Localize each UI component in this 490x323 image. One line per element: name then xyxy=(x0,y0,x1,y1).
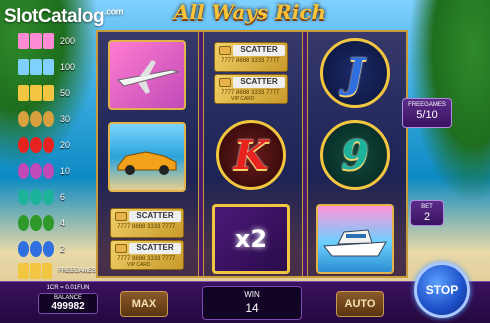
symbol-jet-icon xyxy=(18,33,30,49)
card-chip-icon xyxy=(115,212,127,221)
symbol-scatter: SCATTER 7777 8888 3333 7777 SCATTER 7777 8… xyxy=(212,38,290,108)
paytable-row: 10 xyxy=(18,162,96,180)
reel-area: SCATTER 7777 8888 3333 7777 SCATTER 7777 8… xyxy=(96,30,408,278)
win-display: WIN 14 xyxy=(202,286,302,320)
game-screen: SlotCatalog.com All Ways Rich 200 100 50… xyxy=(0,0,490,323)
symbol-k-icon xyxy=(18,137,30,153)
symbol-yacht-icon xyxy=(18,59,30,75)
scatter-card: SCATTER 7777 8888 3333 7777 VIP CARD xyxy=(214,74,288,104)
symbol-q-icon xyxy=(18,163,30,179)
scatter-card: SCATTER 7777 8888 3333 7777 VIP CARD xyxy=(110,240,184,270)
bet-display[interactable]: BET 2 xyxy=(410,200,444,226)
paytable-row: FREEGAMES xyxy=(18,262,96,280)
balance-panel: 1CR = 0.01FUN BALANCE 499982 xyxy=(38,285,98,314)
jet-icon xyxy=(116,60,180,94)
reel-divider xyxy=(198,32,204,276)
paytable-row: 20 xyxy=(18,136,96,154)
symbol-car xyxy=(108,122,186,192)
paytable-row: 2 xyxy=(18,240,96,258)
symbol-car-icon xyxy=(18,85,30,101)
game-title: All Ways Rich xyxy=(173,0,327,24)
stop-button[interactable]: STOP xyxy=(414,262,470,318)
scatter-card: SCATTER 7777 8888 3333 7777 xyxy=(110,208,184,238)
auto-play-button[interactable]: AUTO xyxy=(336,291,384,317)
paytable-row: 4 xyxy=(18,214,96,232)
symbol-scatter: SCATTER 7777 8888 3333 7777 SCATTER 7777 8… xyxy=(108,204,186,274)
scatter-card-icon xyxy=(18,263,53,279)
symbol-k: K xyxy=(212,120,290,190)
yacht-icon xyxy=(323,229,387,257)
symbol-a-icon xyxy=(18,111,30,127)
reel-divider xyxy=(302,32,308,276)
symbol-j: J xyxy=(316,38,394,108)
max-bet-button[interactable]: MAX xyxy=(120,291,168,317)
symbol-10-icon xyxy=(18,215,30,231)
paytable-row: 6 xyxy=(18,188,96,206)
symbol-multiplier: x2 xyxy=(212,204,290,274)
symbol-j-icon xyxy=(18,241,30,257)
symbol-9: 9 xyxy=(316,120,394,190)
card-chip-icon xyxy=(115,244,127,253)
paytable-row: 30 xyxy=(18,110,96,128)
card-chip-icon xyxy=(219,46,231,55)
freegames-counter: FREEGAMES 5/10 xyxy=(402,98,452,128)
card-chip-icon xyxy=(219,78,231,87)
paytable-row: 200 xyxy=(18,32,96,50)
car-icon xyxy=(117,151,177,175)
symbol-jet xyxy=(108,40,186,110)
scatter-card: SCATTER 7777 8888 3333 7777 xyxy=(214,42,288,72)
watermark-logo: SlotCatalog.com xyxy=(4,6,124,27)
symbol-yacht xyxy=(316,204,394,274)
paytable: 200 100 50 30 20 10 6 4 2 FREEGAMES xyxy=(18,32,96,280)
paytable-row: 50 xyxy=(18,84,96,102)
paytable-row: 100 xyxy=(18,58,96,76)
symbol-9-icon xyxy=(18,189,30,205)
